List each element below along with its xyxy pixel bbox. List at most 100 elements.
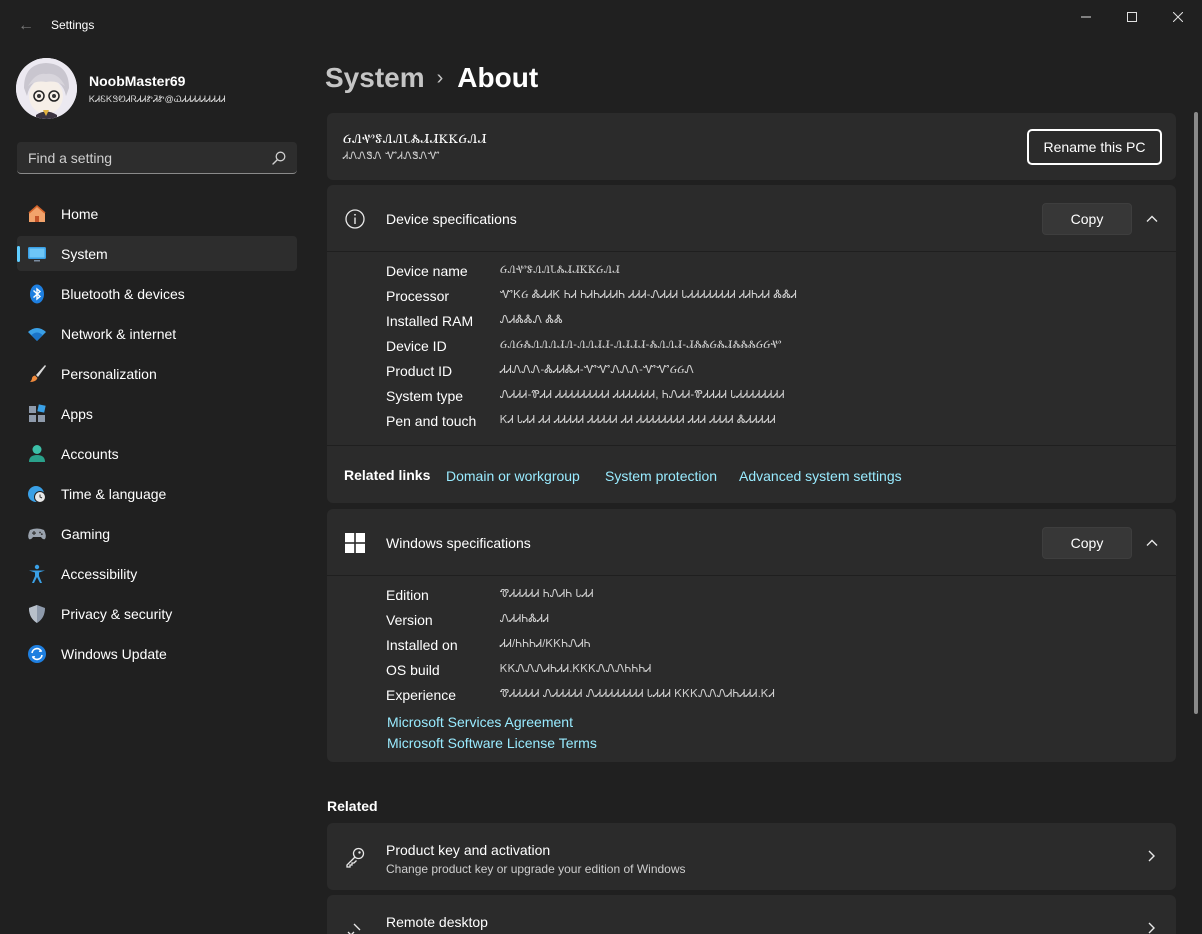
spec-label: Product ID [386, 363, 453, 379]
spec-label: Experience [386, 687, 457, 703]
user-name: NoobMaster69 [89, 73, 186, 89]
advanced-system-settings-link[interactable]: Advanced system settings [739, 468, 902, 484]
windows-specifications-title: Windows specifications [386, 535, 531, 551]
product-key-title: Product key and activation [386, 842, 551, 858]
product-key-subtitle: Change product key or upgrade your editi… [386, 862, 686, 876]
accessibility-icon [27, 564, 47, 584]
sidebar-item-label: Windows Update [61, 646, 167, 662]
close-button[interactable] [1155, 0, 1201, 34]
chevron-up-icon[interactable] [1144, 535, 1160, 551]
search-box[interactable] [17, 142, 297, 174]
microsoft-services-agreement-link[interactable]: Microsoft Services Agreement [387, 714, 573, 730]
user-email: ᏦᏗᏋᏦᏕᏬᏗᏒᏗᏗᏑᏘᏑ@ᏇᏗᏗᏗᏗᏗᏗᏗᏗᏗ [89, 94, 226, 104]
windows-logo-icon [345, 533, 365, 553]
spec-value: ᏵᏁᏵᏜᏁᏁᏁᏗᏁ-ᏁᏁᏗᏗ-ᏁᏗᏗᏗ-ᏜᏁᏁᏗ-ᏗᏜᏜᏵᏜᏗᏜᏜᏜᏵᏵᏉ [500, 339, 782, 351]
copy-windows-specs-button[interactable]: Copy [1042, 527, 1132, 559]
app-title: Settings [51, 18, 95, 32]
spec-value: ᏡᏗᏗᏗᏗᏗ ᏂᏁᏗᏂ ᏓᏗᏗ [500, 588, 594, 600]
brush-icon [27, 364, 47, 384]
pc-name: ᏵᏁᏉᏕᏁᏁᏓᏜᏗᏗᏦᏦᏵᏁᏗ [343, 131, 487, 146]
related-links-label: Related links [344, 467, 431, 483]
sidebar-item-label: Apps [61, 406, 93, 422]
sidebar-item-label: Time & language [61, 486, 167, 502]
spec-value: ᏁᏗᏗᏗ-ᏈᏗᏗ ᏗᏗᏗᏗᏗᏗᏗᏗᏗ ᏗᏗᏗᏗᏗᏗᏗ, ᏂᏁᏗᏗ-ᏈᏗᏗᏗᏗ Ꮣ… [500, 389, 785, 401]
domain-workgroup-link[interactable]: Domain or workgroup [446, 468, 580, 484]
search-icon[interactable] [272, 151, 286, 165]
user-profile[interactable]: NoobMaster69 ᏦᏗᏋᏦᏕᏬᏗᏒᏗᏗᏑᏘᏑ@ᏇᏗᏗᏗᏗᏗᏗᏗᏗᏗ [16, 58, 306, 120]
sidebar-item-label: Home [61, 206, 99, 222]
copy-device-specs-button[interactable]: Copy [1042, 203, 1132, 235]
sidebar-item-accounts[interactable]: Accounts [17, 436, 297, 471]
related-links: Related links Domain or workgroup System… [327, 445, 1176, 503]
windows-specifications-header[interactable]: Windows specifications Copy [327, 509, 1176, 576]
scrollbar[interactable] [1194, 112, 1198, 714]
sidebar-nav: Home System Bluetooth & devices Network … [17, 196, 297, 676]
bluetooth-icon [27, 284, 47, 304]
sidebar-item-label: Accounts [61, 446, 119, 462]
spec-value: ᏁᏗᏗᏂᏜᏗᏗ [500, 613, 550, 625]
home-icon [27, 204, 47, 224]
page-title: About [457, 62, 539, 93]
spec-label: Processor [386, 288, 450, 304]
spec-label: Installed on [386, 637, 458, 653]
apps-icon [27, 404, 47, 424]
avatar [16, 58, 77, 119]
sidebar-item-system[interactable]: System [17, 236, 297, 271]
sidebar-item-label: Bluetooth & devices [61, 286, 185, 302]
spec-value: ᏵᏁᏉᏕᏁᏁᏓᏜᏗᏗᏦᏦᏵᏁᏗ [500, 264, 620, 276]
sidebar-item-label: Network & internet [61, 326, 177, 342]
device-specifications-card: Device specifications Copy Device name Ᏽ… [327, 185, 1176, 503]
chevron-right-icon: › [436, 66, 444, 89]
sidebar-item-apps[interactable]: Apps [17, 396, 297, 431]
clock-globe-icon [27, 484, 47, 504]
sidebar-item-time-language[interactable]: Time & language [17, 476, 297, 511]
breadcrumb-parent[interactable]: System [325, 62, 425, 94]
sidebar-item-network[interactable]: Network & internet [17, 316, 297, 351]
system-protection-link[interactable]: System protection [605, 468, 717, 484]
spec-label: System type [386, 388, 464, 404]
wifi-icon [27, 324, 47, 344]
spec-label: Device name [386, 263, 468, 279]
sidebar-item-home[interactable]: Home [17, 196, 297, 231]
remote-desktop-item[interactable]: Remote desktop [327, 895, 1176, 934]
sidebar-item-bluetooth[interactable]: Bluetooth & devices [17, 276, 297, 311]
key-icon [346, 847, 365, 868]
spec-label: Edition [386, 587, 429, 603]
search-input[interactable] [17, 142, 267, 173]
sidebar-item-gaming[interactable]: Gaming [17, 516, 297, 551]
sidebar-item-accessibility[interactable]: Accessibility [17, 556, 297, 591]
microsoft-software-license-link[interactable]: Microsoft Software License Terms [387, 735, 597, 751]
shield-icon [27, 604, 47, 624]
spec-value: ᏗᏗᏁᏁᏁ-ᏜᏗᏗᏜᏗ-ᏉᏉᏁᏁᏁ-ᏉᏉᏵᏵᏁ [500, 364, 695, 376]
sidebar-item-label: Accessibility [61, 566, 138, 582]
chevron-right-icon [1148, 922, 1155, 934]
remote-desktop-title: Remote desktop [386, 914, 488, 930]
spec-label: Device ID [386, 338, 447, 354]
close-icon [1173, 12, 1183, 22]
rename-pc-button[interactable]: Rename this PC [1027, 129, 1162, 165]
remote-desktop-icon [347, 923, 361, 934]
maximize-button[interactable] [1109, 0, 1155, 34]
sidebar-item-personalization[interactable]: Personalization [17, 356, 297, 391]
info-icon [345, 209, 365, 229]
spec-value: ᏦᏗ ᏓᏗᏗ ᏗᏗ ᏗᏗᏗᏗᏗ ᏗᏗᏗᏗᏗ ᏗᏗ ᏗᏗᏗᏗᏗᏗᏗᏗ ᏗᏗᏗ ᏗᏗ… [500, 414, 776, 426]
spec-value: ᏉᏦᏵ ᏜᏗᏗᏦ ᏂᏗ ᏂᏗᏂᏗᏗᏗᏂ ᏗᏗᏗ-ᏁᏗᏗᏗ ᏓᏗᏗᏗᏗᏗᏗᏗᏗ Ꮧ… [500, 289, 798, 301]
spec-label: Installed RAM [386, 313, 474, 329]
product-key-activation-item[interactable]: Product key and activation Change produc… [327, 823, 1176, 890]
breadcrumb: System › About [325, 58, 538, 98]
pc-name-card: ᏵᏁᏉᏕᏁᏁᏓᏜᏗᏗᏦᏦᏵᏁᏗ ᏗᏁᏁᏕᏁ ᏉᏗᏁᏕᏁᏉ Rename this… [327, 113, 1176, 180]
spec-value: ᏦᏦᏁᏁᏁᏗᏂᏗᏗ.ᏦᏦᏦᏁᏁᏁᏂᏂᏂᏗ [500, 663, 652, 675]
chevron-up-icon[interactable] [1144, 211, 1160, 227]
sidebar-item-privacy[interactable]: Privacy & security [17, 596, 297, 631]
minimize-button[interactable] [1063, 0, 1109, 34]
sidebar-item-label: Personalization [61, 366, 157, 382]
update-icon [27, 644, 47, 664]
back-button[interactable]: ← [12, 12, 40, 40]
pc-model: ᏗᏁᏁᏕᏁ ᏉᏗᏁᏕᏁᏉ [343, 151, 441, 162]
windows-specifications-card: Windows specifications Copy Edition ᏡᏗᏗᏗ… [327, 509, 1176, 762]
sidebar-item-windows-update[interactable]: Windows Update [17, 636, 297, 671]
spec-value: ᏗᏗ/ᏂᏂᏂᏗ/ᏦᏦᏂᏁᏗᏂ [500, 638, 591, 650]
spec-value: ᏁᏗᏜᏜᏁ ᏜᏜ [500, 314, 563, 326]
spec-label: Version [386, 612, 433, 628]
device-specifications-header[interactable]: Device specifications Copy [327, 185, 1176, 252]
